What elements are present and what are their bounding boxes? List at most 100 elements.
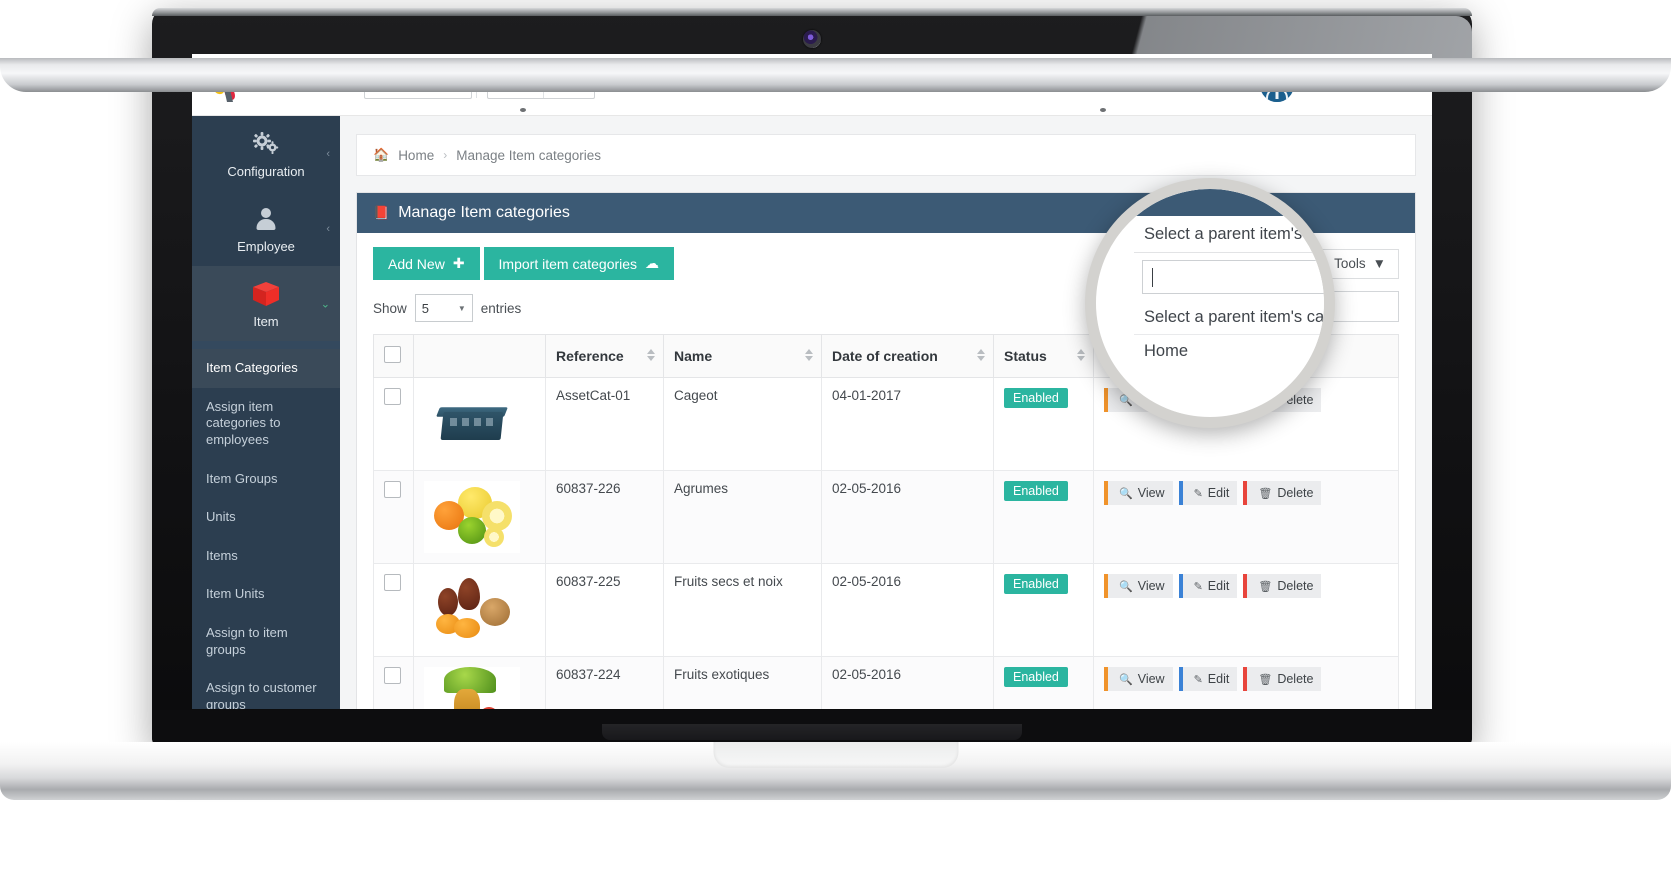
sidebar-label: Assign to item groups [206, 625, 288, 657]
table-row: 60837-224 Fruits exotiques 02-05-2016 En… [373, 656, 1399, 709]
cell-name: Cageot [663, 377, 822, 471]
image-column [413, 334, 546, 378]
select-all-checkbox[interactable] [384, 346, 401, 363]
sidebar-label-item: Item [253, 314, 279, 329]
sidebar-item-configuration[interactable]: Configuration ‹ [192, 116, 340, 191]
column-label: Reference [556, 348, 624, 364]
delete-button[interactable]: 🗑Delete [1243, 667, 1322, 691]
cell-date: 02-05-2016 [821, 563, 994, 657]
view-button[interactable]: 🔍View [1104, 574, 1173, 598]
row-checkbox[interactable] [384, 667, 401, 684]
column-reference[interactable]: Reference [545, 334, 664, 378]
box-icon [192, 280, 340, 308]
edit-button[interactable]: ✎Edit [1178, 481, 1238, 505]
row-thumbnail-cell [413, 470, 546, 564]
row-thumbnail-cell [413, 563, 546, 657]
delete-button[interactable]: 🗑Delete [1243, 574, 1322, 598]
table-row: 60837-226 Agrumes 02-05-2016 Enabled 🔍 V… [373, 470, 1399, 564]
dropdown-option-select-parent[interactable]: Select a parent item's category [1134, 301, 1324, 334]
sidebar-item-assign-to-item-groups[interactable]: Assign to item groups [192, 614, 340, 669]
view-button[interactable]: 🔍View [1104, 667, 1173, 691]
sidebar-item-assign-to-customer-groups[interactable]: Assign to customer groups [192, 669, 340, 709]
row-checkbox[interactable] [384, 481, 401, 498]
sidebar-label: Item Categories [206, 360, 298, 375]
cell-reference: AssetCat-01 [545, 377, 664, 471]
column-date-of-creation[interactable]: Date of creation [821, 334, 994, 378]
cell-date: 04-01-2017 [821, 377, 994, 471]
status-badge: Enabled [1004, 667, 1068, 687]
parent-category-dropdown: Select a parent item's ... Select a pare… [1134, 216, 1324, 369]
row-thumbnail-cell [413, 656, 546, 709]
cell-actions: 🔍View ✎Edit 🗑Delete [1093, 563, 1399, 657]
chevron-down-icon: ⌄ [320, 298, 330, 310]
text-cursor [1152, 267, 1153, 287]
view-button[interactable]: 🔍View [1104, 481, 1173, 505]
breadcrumb-home[interactable]: Home [398, 148, 434, 163]
column-name[interactable]: Name [663, 334, 822, 378]
row-select-cell [373, 470, 414, 564]
sidebar-submenu-divider [192, 341, 340, 349]
sidebar-label: Items [206, 547, 238, 563]
breadcrumb-separator: › [443, 148, 448, 162]
row-actions: 🔍View ✎Edit 🗑Delete [1104, 481, 1388, 505]
sidebar-item-assign-item-categories-to-employees[interactable]: Assign item categories to employees [192, 388, 340, 460]
column-label: Date of creation [832, 348, 938, 364]
book-icon: 📕 [373, 205, 390, 220]
add-new-button[interactable]: Add New ✚ [373, 247, 480, 280]
cell-reference: 60837-224 [545, 656, 664, 709]
show-label: Show [373, 300, 407, 316]
plus-icon: ✚ [452, 255, 465, 271]
search-icon: 🔍 [1119, 580, 1133, 593]
status-badge: Enabled [1004, 388, 1068, 408]
sidebar-item-item-units[interactable]: Item Units [192, 575, 340, 614]
row-select-cell [373, 656, 414, 709]
sidebar-item-employee[interactable]: Employee ‹ [192, 191, 340, 266]
column-label: Name [674, 348, 713, 364]
screenshot-stage: Valomnia Fast moving co... ▼ France ▼ [0, 0, 1671, 874]
cell-reference: 60837-225 [545, 563, 664, 657]
chevron-down-icon: ▼ [457, 303, 466, 313]
sidebar-item-item-groups[interactable]: Item Groups [192, 460, 340, 499]
search-icon: 🔍 [1119, 673, 1133, 686]
sidebar-item-item-categories[interactable]: Item Categories [192, 349, 340, 388]
table-row: 60837-225 Fruits secs et noix 02-05-2016… [373, 563, 1399, 657]
edit-button[interactable]: ✎Edit [1178, 574, 1238, 598]
sidebar: Configuration ‹ Employee ‹ Item ⌄ Item C… [192, 116, 340, 709]
laptop-trackpad-notch [713, 742, 958, 768]
parent-category-search-input[interactable] [1142, 260, 1324, 294]
column-status[interactable]: Status [993, 334, 1094, 378]
sidebar-label: Item Groups [206, 470, 278, 486]
import-item-categories-button[interactable]: Import item categories ☁ [483, 247, 675, 280]
row-select-cell [373, 563, 414, 657]
trash-icon: 🗑 [1258, 673, 1273, 686]
tools-label: Tools [1334, 256, 1366, 271]
magnifier-overlay: Select a parent item's ... Select a pare… [1085, 178, 1335, 428]
row-checkbox[interactable] [384, 388, 401, 405]
cloud-upload-icon: ☁ [645, 255, 660, 271]
delete-button[interactable]: 🗑Delete [1243, 481, 1322, 505]
search-icon: 🔍 [1119, 487, 1133, 500]
row-actions: 🔍View ✎Edit 🗑Delete [1104, 667, 1388, 691]
sort-icon [1077, 349, 1085, 363]
laptop-base-foot [0, 58, 1671, 112]
page-length-value: 5 [421, 300, 430, 316]
sidebar-item-items[interactable]: Items [192, 537, 340, 576]
cell-status: Enabled [993, 470, 1094, 564]
cell-name: Agrumes [663, 470, 822, 564]
sidebar-label: Assign item categories to employees [206, 398, 281, 447]
page-title: Manage Item categories [398, 204, 570, 221]
webcam-icon [803, 30, 821, 48]
sidebar-item-units[interactable]: Units [192, 498, 340, 537]
page-length-select[interactable]: 5 ▼ [414, 294, 473, 322]
cell-date: 02-05-2016 [821, 656, 994, 709]
plastic-crate-thumbnail [424, 388, 520, 460]
sort-icon [805, 349, 813, 363]
dropdown-option-home[interactable]: Home [1134, 334, 1324, 368]
edit-button[interactable]: ✎Edit [1178, 667, 1238, 691]
row-checkbox[interactable] [384, 574, 401, 591]
cell-name: Fruits secs et noix [663, 563, 822, 657]
exotic-fruits-thumbnail [424, 667, 520, 709]
sidebar-item-item[interactable]: Item ⌄ [192, 266, 340, 341]
status-badge: Enabled [1004, 481, 1068, 501]
tools-button[interactable]: Tools ▼ [1321, 248, 1399, 279]
